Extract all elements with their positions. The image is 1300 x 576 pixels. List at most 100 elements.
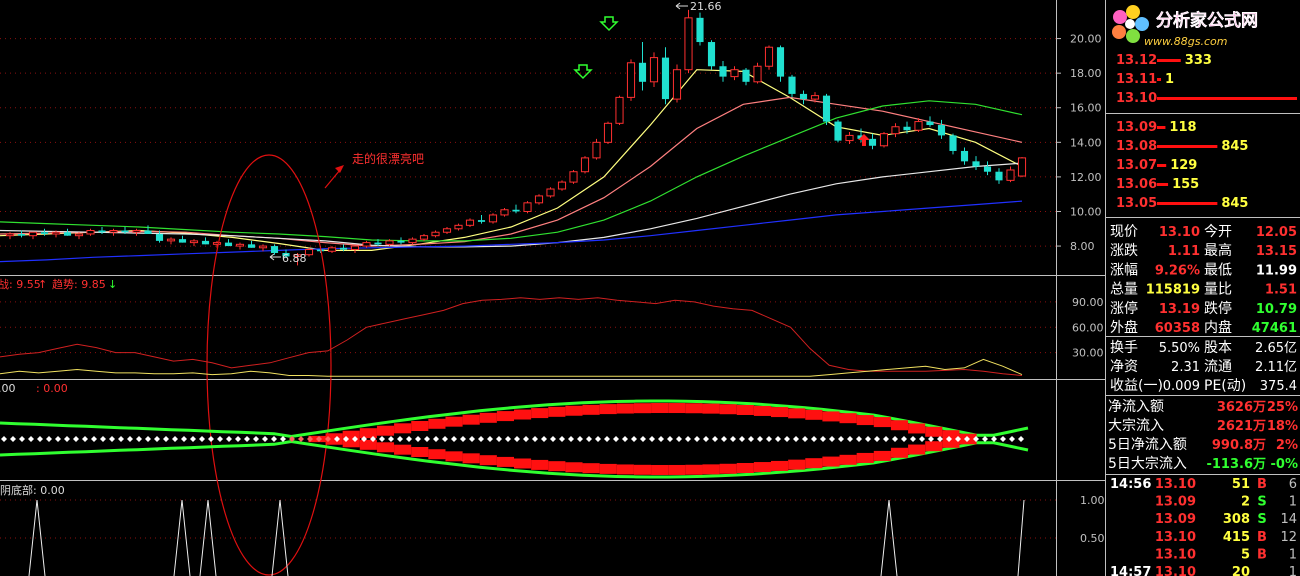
candle-up [304,249,314,256]
candle-down [144,230,152,234]
flow-bar-down [376,442,395,453]
candle-up [684,17,693,71]
candle-up [557,181,567,190]
flow-bar-up [479,412,497,423]
svg-text:↑: ↑ [38,278,47,291]
flow-bar-up [873,417,891,428]
candle-up [5,233,15,237]
flow-bar-up [428,418,446,429]
flow-bar-up [531,408,549,419]
candle-up [626,62,636,98]
quote-key: 最高 [1204,242,1232,259]
quote-key: 涨停 [1110,300,1138,317]
tick-side: S [1257,512,1266,527]
watermark-url: www.88gs.com [1144,35,1227,48]
tick-side: B [1257,477,1267,492]
y-tick-label: 1.00 [1080,494,1105,507]
quote-value: 115819 [1146,283,1200,298]
indicator1-y-axis: 90.00 60.00 30.00 [1072,296,1104,360]
candle-up [753,65,762,83]
flow-bar-down [428,449,446,460]
candle-down [788,76,796,94]
tick-time: 14:57 [1110,565,1151,576]
candle-up [327,247,337,252]
tick-volume: 415 [1223,530,1250,545]
candle-down [121,230,129,233]
flow-percent: 18% [1267,419,1298,434]
fund-key: 流通 [1204,359,1232,375]
flow-bar-up [668,403,686,414]
candle-up [672,69,682,100]
candle-up [189,240,199,244]
quote-key: 今开 [1204,224,1232,240]
flow-bar-up [822,411,840,422]
tick-volume: 51 [1232,477,1250,492]
flow-bar-up [582,404,600,415]
candle-down [63,232,72,236]
candle-up [1006,169,1015,181]
y-tick-label: 60.00 [1072,321,1104,334]
y-tick-label: 12.00 [1070,171,1102,184]
quote-key: 外盘 [1110,319,1138,336]
candle-down [477,220,486,222]
fund-value: 0.009 [1163,379,1200,394]
indicator2-label-b: : 0.00 [36,382,68,395]
candle-up [603,122,613,143]
flow-bar-down [633,464,652,475]
candle-down [696,17,704,43]
candle-up [166,238,176,242]
y-tick-label: 16.00 [1070,102,1102,115]
candle-up [212,242,222,245]
ask-volume-bar [1157,97,1297,100]
quote-key: 总量 [1110,282,1138,298]
tick-price: 13.09 [1155,495,1196,510]
candle-up [500,209,509,216]
flow-bar-up [908,423,926,434]
flow-bar-down [394,444,412,455]
ask-volume-bar [1157,78,1161,81]
flow-bar-down [496,456,514,467]
fund-value: 5.50% [1159,341,1200,356]
candle-down [799,93,808,100]
bid-price: 13.06 [1116,177,1157,192]
quote-key: 涨跌 [1110,243,1138,259]
bid-volume-bar [1157,202,1218,205]
flow-bar-down [445,451,463,462]
candle-up [350,245,360,251]
quote-key: 内盘 [1204,319,1232,336]
flow-bar-down [359,439,377,450]
candle-up [580,157,590,173]
flow-bar-up [376,425,395,436]
watermark-brand: 分析家公式网 [1156,10,1258,31]
tick-price: 13.10 [1155,530,1196,545]
candle-up [810,95,820,100]
candle-up [764,46,774,67]
flow-key: 5日净流入额 [1108,437,1187,453]
flow-bar-up [496,411,514,422]
candle-down [707,42,716,67]
flow-key: 净流入额 [1108,399,1164,415]
flow-bar-up [736,404,754,415]
tick-price: 13.10 [1155,565,1196,576]
flow-bar-down [719,463,737,474]
quote-value: 1.51 [1265,283,1297,298]
candle-down [40,232,49,234]
candle-down [960,150,969,162]
flow-bar-down [856,452,874,463]
quote-key: 现价 [1110,224,1138,240]
quote-value: 10.79 [1256,302,1297,317]
flow-bar-down [685,464,703,475]
indicator3-label: 阴底部: 0.00 [0,483,65,497]
candle-down [926,121,934,126]
flow-bar-up [771,407,789,418]
candle-up [74,233,84,237]
y-tick-label: 8.00 [1070,240,1095,253]
fund-value: 2.11亿 [1255,360,1297,375]
candle-down [98,230,106,233]
ask-price: 13.10 [1116,91,1157,106]
ask-price: 13.12 [1116,53,1157,68]
bid-price: 13.05 [1116,196,1157,211]
y-tick-label: 30.00 [1072,347,1104,360]
flow-bar-down [668,464,686,475]
flow-bar-down [771,460,789,471]
